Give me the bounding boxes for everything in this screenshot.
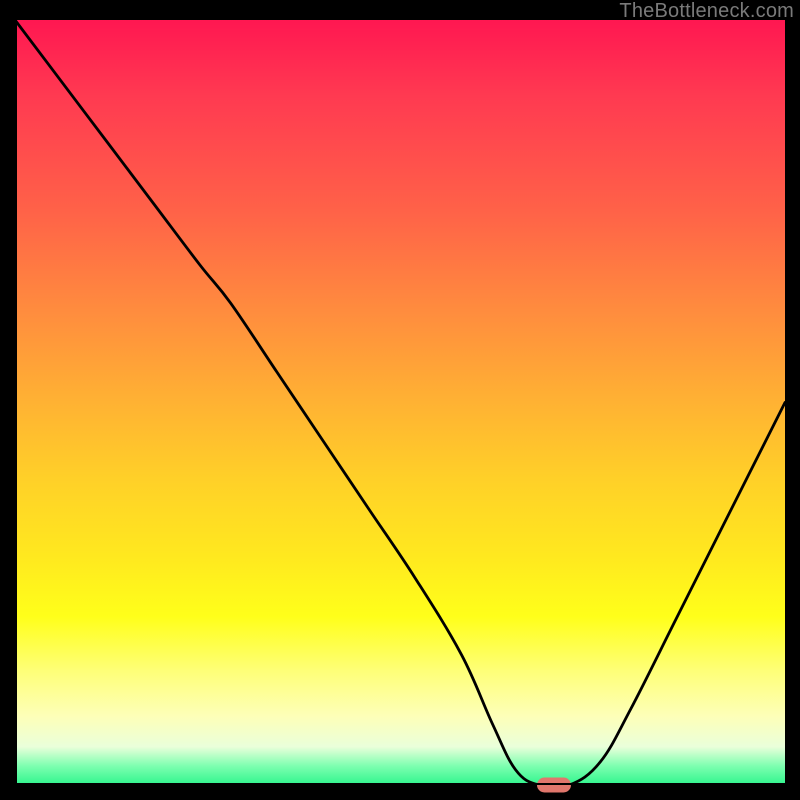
bottleneck-curve [15, 20, 785, 785]
chart-frame: TheBottleneck.com [0, 0, 800, 800]
optimal-marker [537, 778, 571, 793]
y-axis [15, 20, 17, 785]
x-axis [15, 783, 785, 785]
watermark-text: TheBottleneck.com [619, 0, 794, 23]
